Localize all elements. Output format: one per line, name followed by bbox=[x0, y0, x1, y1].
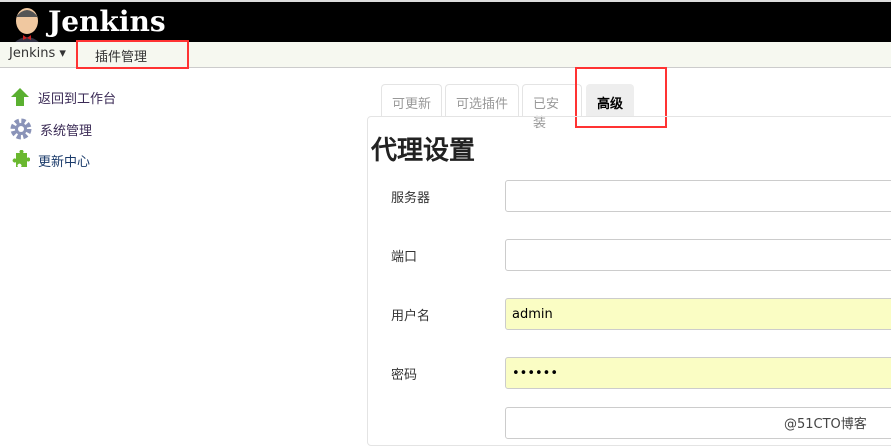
tab-updates[interactable]: 可更新 bbox=[381, 84, 442, 116]
username-input[interactable] bbox=[505, 298, 891, 330]
server-label: 服务器 bbox=[391, 191, 431, 206]
header: Jenkins bbox=[0, 0, 891, 43]
port-input[interactable] bbox=[505, 239, 891, 271]
password-label: 密码 bbox=[391, 368, 418, 383]
jenkins-logo-icon bbox=[14, 8, 40, 43]
gear-icon bbox=[10, 118, 32, 140]
proxy-heading: 代理设置 bbox=[371, 136, 476, 166]
password-input[interactable] bbox=[505, 357, 891, 389]
sidebar-item-manage[interactable]: 系统管理 bbox=[10, 118, 92, 140]
username-label: 用户名 bbox=[391, 309, 431, 324]
sidebar-item-update-center[interactable]: 更新中心 bbox=[10, 150, 90, 170]
tab-available[interactable]: 可选插件 bbox=[445, 84, 519, 116]
up-arrow-icon bbox=[11, 88, 29, 106]
highlight-box bbox=[76, 40, 189, 69]
server-input[interactable] bbox=[505, 180, 891, 212]
sidebar-item-back[interactable]: 返回到工作台 bbox=[10, 87, 116, 107]
port-label: 端口 bbox=[391, 250, 418, 265]
tab-installed[interactable]: 已安装 bbox=[522, 84, 582, 131]
breadcrumb-jenkins[interactable]: Jenkins ▾ bbox=[9, 46, 66, 61]
watermark: @51CTO博客 bbox=[784, 417, 867, 432]
app-title[interactable]: Jenkins bbox=[48, 5, 166, 38]
puzzle-icon bbox=[12, 150, 30, 167]
